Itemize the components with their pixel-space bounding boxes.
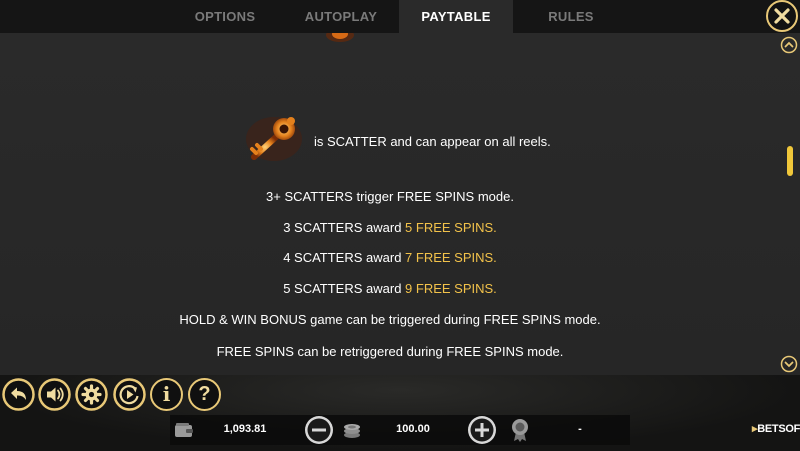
info-button[interactable]: i <box>150 378 183 411</box>
game-control-bar: i ? 1,093.81 100.00 - ▸BETSOF <box>0 375 800 451</box>
award-line-3: 3 SCATTERS award 5 FREE SPINS. <box>0 220 780 235</box>
close-button[interactable] <box>766 0 798 32</box>
back-icon[interactable] <box>2 378 35 411</box>
help-icon: ? <box>198 383 211 405</box>
paytable-panel: is SCATTER and can appear on all reels. … <box>0 33 800 375</box>
retrigger-line: FREE SPINS can be retriggered during FRE… <box>216 344 564 359</box>
award-value: 5 FREE SPINS. <box>405 220 497 235</box>
key-scatter-icon <box>246 117 302 161</box>
settings-icon[interactable] <box>75 378 108 411</box>
info-icon: i <box>162 382 171 406</box>
scroll-down-icon[interactable] <box>780 355 798 373</box>
help-button[interactable]: ? <box>188 378 221 411</box>
sound-icon[interactable] <box>38 378 71 411</box>
hold-win-line: HOLD & WIN BONUS game can be triggered d… <box>179 312 601 327</box>
key-partial-icon <box>326 33 354 42</box>
minus-icon[interactable] <box>304 415 334 445</box>
bet-info-bar: 1,093.81 100.00 - <box>170 415 630 445</box>
award-prefix: 3 SCATTERS award <box>283 220 406 235</box>
bet-value: 100.00 <box>396 423 430 435</box>
tab-autoplay[interactable]: AUTOPLAY <box>284 0 398 33</box>
coins-icon <box>344 424 360 438</box>
award-prefix: 5 SCATTERS award <box>283 281 406 296</box>
close-icon <box>774 8 790 24</box>
plus-icon[interactable] <box>467 415 497 445</box>
award-prefix: 4 SCATTERS award <box>283 250 406 265</box>
scatter-description: is SCATTER and can appear on all reels. <box>314 134 551 149</box>
menu-tab-bar: OPTIONS AUTOPLAY PAYTABLE RULES <box>0 0 800 33</box>
scroll-up-icon[interactable] <box>780 36 798 54</box>
award-value: 7 FREE SPINS. <box>405 250 497 265</box>
autoplay-icon[interactable] <box>113 378 146 411</box>
betsoft-logo: ▸BETSOFT <box>752 423 800 435</box>
tab-rules[interactable]: RULES <box>514 0 628 33</box>
tab-options[interactable]: OPTIONS <box>170 0 280 33</box>
tab-paytable[interactable]: PAYTABLE <box>399 0 513 33</box>
wallet-icon <box>175 423 193 437</box>
award-line-5: 5 SCATTERS award 9 FREE SPINS. <box>0 281 780 296</box>
trigger-line: 3+ SCATTERS trigger FREE SPINS mode. <box>266 189 514 204</box>
balance-value: 1,093.81 <box>223 423 267 435</box>
win-value: - <box>578 423 582 435</box>
medal-icon <box>512 419 528 442</box>
award-value: 9 FREE SPINS. <box>405 281 497 296</box>
award-line-4: 4 SCATTERS award 7 FREE SPINS. <box>0 250 780 265</box>
scrollbar-thumb[interactable] <box>787 146 793 176</box>
